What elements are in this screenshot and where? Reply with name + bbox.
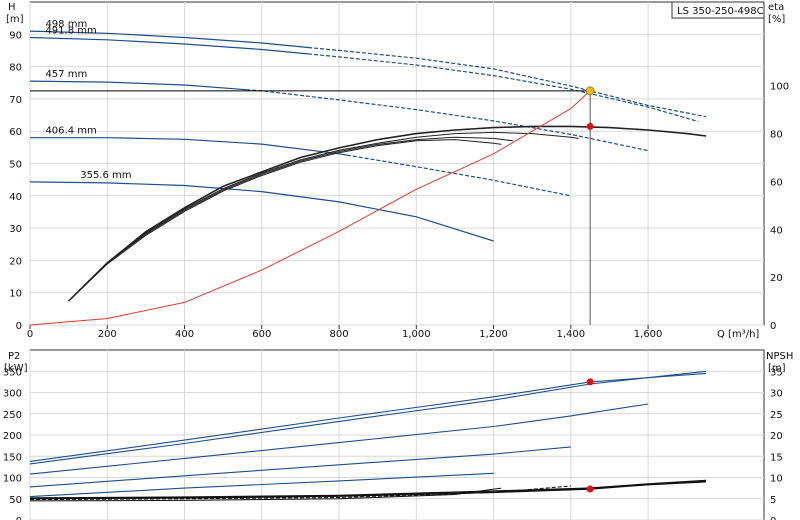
power-tick-label: 200 bbox=[3, 431, 22, 442]
power-axis-title: P2 bbox=[8, 351, 20, 362]
tick-labels-layer: 0 200 400 600 800 1,000 1,200 1,400 1,6000102030… bbox=[3, 30, 789, 520]
head-curve-label: 355.6 mm bbox=[80, 170, 131, 181]
head-curve-solid bbox=[30, 137, 347, 156]
y2-tick-label: 20 bbox=[770, 273, 783, 284]
efficiency-curve bbox=[68, 125, 707, 302]
pump-performance-chart: LS 350-250-498C H [m] eta [%] Q [m³/h] P… bbox=[0, 0, 800, 520]
series-layer bbox=[29, 30, 707, 502]
x-tick-label: 200 bbox=[98, 329, 117, 340]
npsh-tick-label: 20 bbox=[770, 431, 783, 442]
npsh-tick-label: 15 bbox=[770, 452, 783, 463]
x-tick-label: 1,400 bbox=[557, 329, 586, 340]
product-label: LS 350-250-498C bbox=[677, 6, 764, 17]
head-curve-label: 457 mm bbox=[45, 69, 87, 80]
power-point bbox=[586, 378, 594, 386]
npsh-tick-label: 5 bbox=[770, 495, 776, 506]
y2-tick-label: 80 bbox=[770, 130, 783, 141]
npsh-point bbox=[586, 485, 594, 493]
y-tick-label: 50 bbox=[9, 160, 22, 171]
y2-axis-title: eta bbox=[768, 2, 784, 13]
power-tick-label: 100 bbox=[3, 474, 22, 485]
x-tick-label: 600 bbox=[252, 329, 271, 340]
y-tick-label: 30 bbox=[9, 224, 22, 235]
head-curve-solid bbox=[29, 36, 309, 55]
head-curve-solid bbox=[29, 80, 247, 91]
y-tick-label: 0 bbox=[16, 321, 22, 332]
y-tick-label: 90 bbox=[9, 30, 22, 41]
y-tick-label: 60 bbox=[9, 127, 22, 138]
head-curve-label: 406.4 mm bbox=[45, 126, 96, 137]
efficiency-curve bbox=[68, 131, 579, 302]
chart-canvas: LS 350-250-498C H [m] eta [%] Q [m³/h] P… bbox=[3, 1, 793, 520]
npsh-curve bbox=[29, 479, 707, 499]
y-tick-label: 20 bbox=[9, 256, 22, 267]
x-axis-title: Q [m³/h] bbox=[717, 329, 759, 340]
x-tick-label: 400 bbox=[175, 329, 194, 340]
y-axis-title: H bbox=[8, 2, 16, 13]
grid-layer bbox=[29, 2, 764, 520]
npsh-tick-label: 35 bbox=[770, 367, 783, 378]
head-curve-label: 491.8 mm bbox=[45, 26, 96, 37]
power-tick-label: 150 bbox=[3, 452, 22, 463]
duty-point bbox=[585, 86, 595, 96]
y2-axis-unit: [%] bbox=[768, 14, 785, 25]
power-tick-label: 300 bbox=[3, 389, 22, 400]
system-curve bbox=[29, 90, 591, 326]
efficiency-point bbox=[586, 122, 594, 130]
npsh-tick-label: 0 bbox=[770, 516, 776, 520]
y2-tick-label: 60 bbox=[770, 177, 783, 188]
y2-tick-label: 0 bbox=[770, 321, 776, 332]
power-tick-label: 250 bbox=[3, 410, 22, 421]
x-tick-label: 1,200 bbox=[479, 329, 508, 340]
curve-labels-layer: 498 mm491.8 mm457 mm406.4 mm355.6 mm bbox=[45, 19, 131, 181]
head-curve-dashed bbox=[308, 53, 699, 123]
y2-tick-label: 40 bbox=[770, 225, 783, 236]
x-tick-label: 800 bbox=[330, 329, 349, 340]
npsh-tick-label: 10 bbox=[770, 474, 783, 485]
y2-tick-label: 100 bbox=[770, 82, 789, 93]
x-tick-label: 0 bbox=[27, 329, 33, 340]
power-tick-label: 50 bbox=[9, 495, 22, 506]
y-tick-label: 10 bbox=[9, 289, 22, 300]
power-curve bbox=[29, 370, 707, 465]
npsh-tick-label: 30 bbox=[770, 389, 783, 400]
x-tick-label: 1,600 bbox=[634, 329, 663, 340]
x-tick-label: 1,000 bbox=[402, 329, 431, 340]
power-tick-label: 350 bbox=[3, 367, 22, 378]
y-tick-label: 80 bbox=[9, 63, 22, 74]
y-axis-unit: [m] bbox=[6, 14, 24, 25]
y-tick-label: 70 bbox=[9, 95, 22, 106]
head-curve-dashed bbox=[346, 154, 571, 197]
y-tick-label: 40 bbox=[9, 192, 22, 203]
npsh-tick-label: 25 bbox=[770, 410, 783, 421]
npsh-axis-title: NPSH bbox=[766, 351, 793, 362]
power-tick-label: 0 bbox=[16, 516, 22, 520]
